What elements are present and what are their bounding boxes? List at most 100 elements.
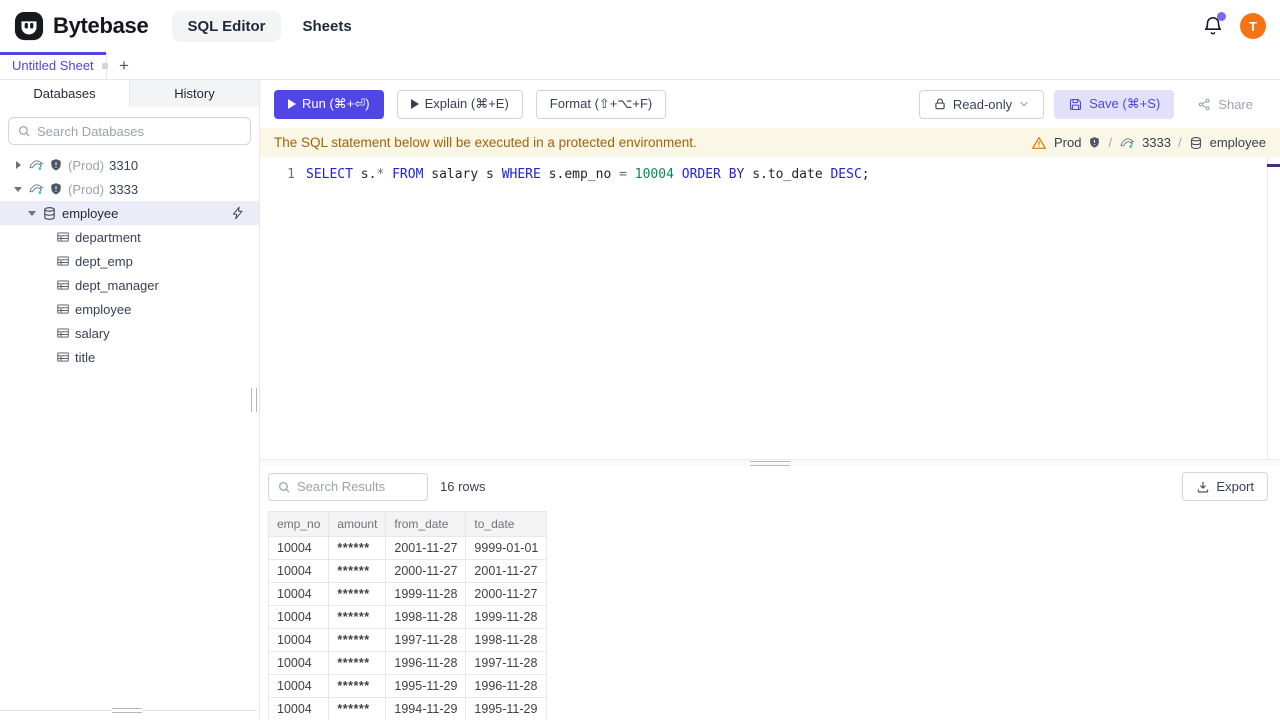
tree-item-instance-3333[interactable]: (Prod) 3333 <box>0 177 259 201</box>
cell[interactable]: 1998-11-28 <box>465 628 548 652</box>
table-icon <box>57 304 69 314</box>
cell[interactable]: ****** <box>328 697 387 720</box>
cell[interactable]: 10004 <box>267 674 330 698</box>
export-button[interactable]: Export <box>1182 472 1268 501</box>
sql-editor[interactable]: 1 SELECT s.* FROM salary s WHERE s.emp_n… <box>260 157 1280 459</box>
table-icon <box>57 328 69 338</box>
database-search <box>8 117 251 145</box>
explain-button[interactable]: Explain (⌘+E) <box>396 89 523 119</box>
run-button[interactable]: Run (⌘+⏎) <box>274 89 384 119</box>
instance-env-label: (Prod) <box>68 157 105 173</box>
nav-sql-editor[interactable]: SQL Editor <box>172 10 281 42</box>
cell[interactable]: 1994-11-29 <box>385 697 467 720</box>
cell[interactable]: 10004 <box>267 536 330 560</box>
table-list: department dept_emp dept_manager employee sa… <box>0 225 259 369</box>
table-icon <box>57 352 69 362</box>
tab-untitled-sheet[interactable]: Untitled Sheet <box>0 52 108 79</box>
cell[interactable]: ****** <box>328 674 387 698</box>
table-name: department <box>75 229 141 245</box>
expand-caret-icon[interactable] <box>12 161 24 169</box>
tab-history[interactable]: History <box>130 80 259 107</box>
bytebase-sql-editor-app: Bytebase SQL Editor Sheets T Untitled Sh… <box>0 0 1280 720</box>
cell[interactable]: 1999-11-28 <box>465 605 548 629</box>
tree-item-table-employee[interactable]: employee <box>0 297 259 321</box>
cell[interactable]: ****** <box>328 605 387 629</box>
results-table: emp_no amount from_date to_date 10004 ****** 2… <box>267 511 548 720</box>
sidebar-resize-handle[interactable] <box>251 388 257 412</box>
share-button[interactable]: Share <box>1184 89 1266 119</box>
cell[interactable]: 10004 <box>267 628 330 652</box>
database-name: employee <box>62 205 119 221</box>
table-row: 10004 ****** 1996-11-28 1997-11-28 <box>267 651 548 675</box>
cell[interactable]: 2001-11-27 <box>385 536 467 560</box>
table-name: salary <box>75 325 110 341</box>
save-button[interactable]: Save (⌘+S) <box>1054 89 1175 119</box>
table-row: 10004 ****** 1997-11-28 1998-11-28 <box>267 628 548 652</box>
cell[interactable]: 1998-11-28 <box>385 605 467 629</box>
environment-shield-icon <box>49 182 63 196</box>
cell[interactable]: 10004 <box>267 582 330 606</box>
tree-item-table-department[interactable]: department <box>0 225 259 249</box>
cell[interactable]: 9999-01-01 <box>465 536 548 560</box>
cell[interactable]: ****** <box>328 536 387 560</box>
tree-item-table-dept_manager[interactable]: dept_manager <box>0 273 259 297</box>
cell[interactable]: ****** <box>328 582 387 606</box>
cell[interactable]: 1995-11-29 <box>465 697 548 720</box>
format-button[interactable]: Format (⇧+⌥+F) <box>535 89 667 119</box>
download-icon <box>1198 481 1209 492</box>
cell[interactable]: ****** <box>328 651 387 675</box>
instance-badge[interactable]: 3333 <box>1142 135 1171 150</box>
cell[interactable]: 1996-11-28 <box>385 651 467 675</box>
cell[interactable]: 10004 <box>267 559 330 583</box>
results-splitter[interactable] <box>260 459 1280 466</box>
share-icon <box>1199 98 1210 110</box>
notifications-button[interactable] <box>1202 12 1226 37</box>
cell[interactable]: 2001-11-27 <box>465 559 548 583</box>
cell[interactable]: 1996-11-28 <box>465 674 548 698</box>
tree-item-table-title[interactable]: title <box>0 345 259 369</box>
cell[interactable]: 2000-11-27 <box>465 582 548 606</box>
sidebar-bottom-splitter[interactable] <box>0 708 257 716</box>
cell[interactable]: 1995-11-29 <box>385 674 467 698</box>
cell[interactable]: 1999-11-28 <box>385 582 467 606</box>
sidebar-tabs: Databases History <box>0 80 259 107</box>
readonly-mode-dropdown[interactable]: Read-only <box>918 89 1045 119</box>
column-header-to_date[interactable]: to_date <box>465 511 548 537</box>
cell[interactable]: 1997-11-28 <box>465 651 548 675</box>
nav-sheets[interactable]: Sheets <box>303 18 352 35</box>
collapse-caret-icon[interactable] <box>26 210 38 216</box>
new-sheet-button[interactable]: + <box>107 52 141 79</box>
cell[interactable]: ****** <box>328 559 387 583</box>
cell[interactable]: 10004 <box>267 651 330 675</box>
cell[interactable]: 2000-11-27 <box>385 559 467 583</box>
cell[interactable]: 10004 <box>267 605 330 629</box>
cell[interactable]: 10004 <box>267 697 330 720</box>
sheet-tab-label: Untitled Sheet <box>12 58 94 73</box>
column-header-amount[interactable]: amount <box>328 511 387 537</box>
column-header-from_date[interactable]: from_date <box>385 511 467 537</box>
tree-item-instance-3310[interactable]: (Prod) 3310 <box>0 153 259 177</box>
cell[interactable]: ****** <box>328 628 387 652</box>
table-icon <box>57 232 69 242</box>
bytebase-logo[interactable]: Bytebase <box>14 11 149 41</box>
user-avatar[interactable]: T <box>1240 13 1266 39</box>
table-row: 10004 ****** 1995-11-29 1996-11-28 <box>267 674 548 698</box>
database-search-input[interactable] <box>37 123 242 139</box>
cell[interactable]: 1997-11-28 <box>385 628 467 652</box>
tree-item-table-salary[interactable]: salary <box>0 321 259 345</box>
tree-item-database-employee[interactable]: employee <box>0 201 259 225</box>
sql-token: ORDER <box>681 167 721 182</box>
results-search-input[interactable] <box>297 479 419 494</box>
table-row: 10004 ****** 1998-11-28 1999-11-28 <box>267 605 548 629</box>
sql-statement: SELECT s.* FROM salary s WHERE s.emp_no … <box>306 166 870 184</box>
collapse-caret-icon[interactable] <box>12 186 24 192</box>
database-badge[interactable]: employee <box>1210 135 1266 150</box>
editor-overview-ruler[interactable] <box>1267 157 1280 459</box>
tree-item-table-dept_emp[interactable]: dept_emp <box>0 249 259 273</box>
tab-databases[interactable]: Databases <box>0 80 130 107</box>
quick-action-bolt-icon[interactable] <box>231 206 245 220</box>
column-header-emp_no[interactable]: emp_no <box>267 511 330 537</box>
results-table-wrap: emp_no amount from_date to_date 10004 ****** 2… <box>260 507 1280 720</box>
